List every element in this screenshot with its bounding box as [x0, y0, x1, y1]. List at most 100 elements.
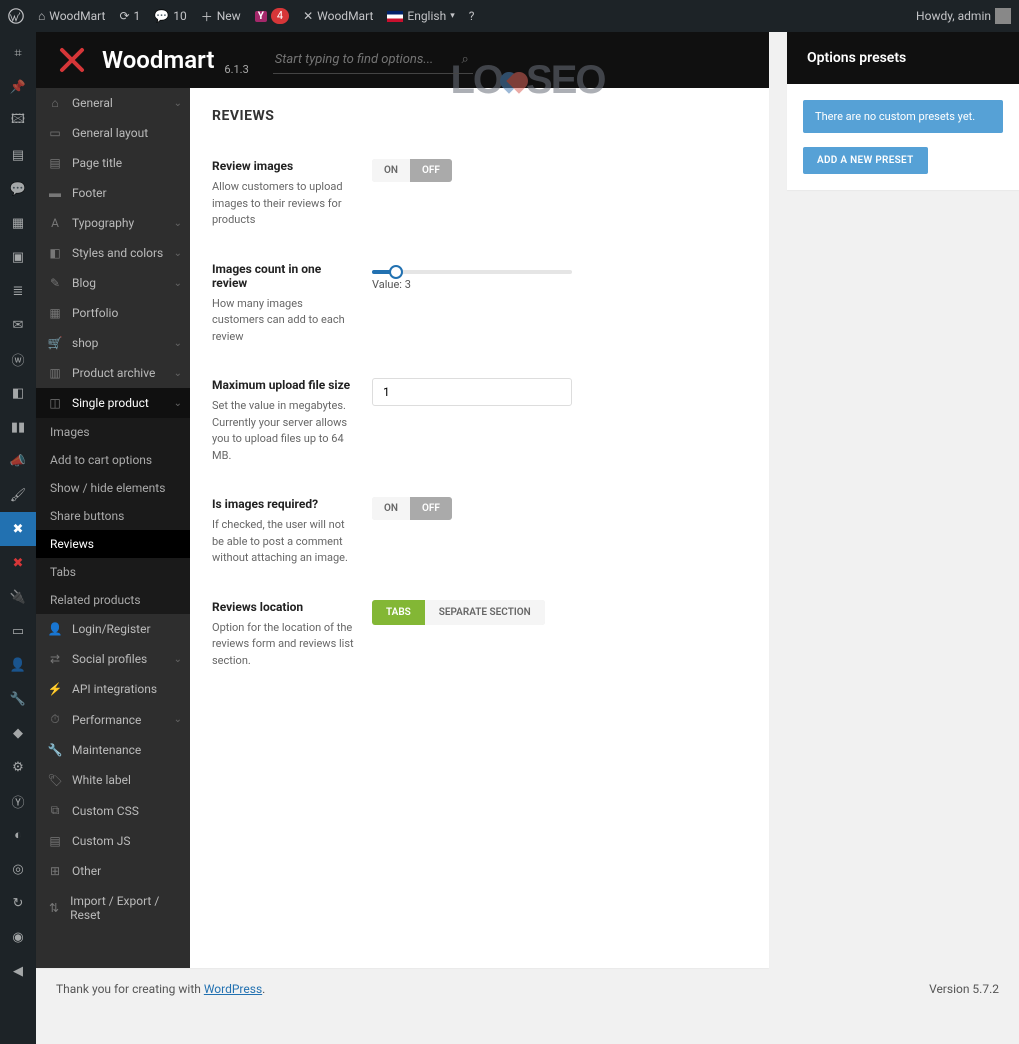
nav-item-typography[interactable]: ATypography⌄ — [36, 208, 190, 238]
admin-menu-comments[interactable]: 💬 — [0, 172, 36, 206]
admin-menu-marketing[interactable]: 📣 — [0, 444, 36, 478]
admin-menu-contact[interactable]: ✉ — [0, 308, 36, 342]
admin-menu-slider[interactable]: ▭ — [0, 614, 36, 648]
nav-item-blog[interactable]: ✎Blog⌄ — [36, 268, 190, 298]
nav-item-social-profiles[interactable]: ⇄Social profiles⌄ — [36, 644, 190, 674]
admin-menu-users[interactable]: 👤 — [0, 648, 36, 682]
admin-menu-extra[interactable]: ◉ — [0, 920, 36, 954]
desc-review-images: Allow customers to upload images to thei… — [212, 179, 356, 229]
wp-logo[interactable] — [8, 8, 24, 24]
add-preset-button[interactable]: ADD A NEW PRESET — [803, 147, 928, 174]
nav-item-shop[interactable]: 🛒shop⌄ — [36, 328, 190, 358]
option-separate[interactable]: SEPARATE SECTION — [425, 600, 545, 625]
toggle-off[interactable]: OFF — [410, 497, 452, 520]
nav-sub-tabs[interactable]: Tabs — [36, 558, 190, 586]
footer-version: Version 5.7.2 — [929, 982, 999, 996]
import-icon: ⇅ — [46, 901, 62, 915]
nav-sub-images[interactable]: Images — [36, 418, 190, 446]
account-link[interactable]: Howdy, admin — [916, 8, 1011, 24]
nav-item-styles-and-colors[interactable]: ◧Styles and colors⌄ — [36, 238, 190, 268]
admin-menu-media[interactable]: 🖾 — [0, 104, 36, 138]
nav-item-custom-js[interactable]: ▤Custom JS — [36, 826, 190, 856]
admin-menu-cache[interactable]: ↻ — [0, 886, 36, 920]
setting-review-images: Review images Allow customers to upload … — [212, 142, 747, 245]
option-tabs[interactable]: TABS — [372, 600, 425, 625]
admin-menu-products[interactable]: ◧ — [0, 376, 36, 410]
admin-menu-smush[interactable]: ◐ — [0, 818, 36, 852]
new-content-link[interactable]: ＋New — [201, 8, 241, 25]
admin-menu-settings[interactable]: ⚙ — [0, 750, 36, 784]
site-name-link[interactable]: ⌂WoodMart — [38, 9, 105, 23]
comments-link[interactable]: 💬10 — [154, 9, 186, 23]
admin-menu-dashboard[interactable]: ⌗ — [0, 36, 36, 70]
nav-item-general-layout[interactable]: ▭General layout — [36, 118, 190, 148]
nav-item-performance[interactable]: ⏱Performance⌄ — [36, 704, 190, 735]
yoast-link[interactable]: Y4 — [255, 8, 289, 24]
product-icon: ◧ — [8, 383, 28, 403]
admin-menu-collapse[interactable]: ◀ — [0, 954, 36, 988]
nav-item-page-title[interactable]: ▤ Page title — [36, 148, 190, 178]
nav-item-footer[interactable]: ▬Footer — [36, 178, 190, 208]
howdy-text: Howdy, admin — [916, 9, 991, 23]
toggle-on[interactable]: ON — [372, 159, 410, 182]
admin-menu-sidebars[interactable]: ≣ — [0, 274, 36, 308]
title-icon: ▤ — [46, 156, 64, 170]
chevron-down-icon: ⌄ — [174, 338, 182, 349]
nav-sub-share-buttons[interactable]: Share buttons — [36, 502, 190, 530]
nav-item-api-integrations[interactable]: ⚡API integrations — [36, 674, 190, 704]
options-sidebar: ⌂General⌄▭General layout ▤ Page title ▬Foot… — [36, 88, 190, 968]
admin-menu-woodmart2[interactable]: ✖ — [0, 546, 36, 580]
admin-menu-portfolio[interactable]: ▦ — [0, 206, 36, 240]
desc-images-required: If checked, the user will not be able to… — [212, 517, 356, 567]
language-link[interactable]: English▾ — [387, 9, 454, 23]
admin-menu-appearance[interactable]: 🖌 — [0, 478, 36, 512]
nav-sub-add-to-cart-options[interactable]: Add to cart options — [36, 446, 190, 474]
updates-link[interactable]: ⟳1 — [119, 9, 140, 23]
admin-menu-wpbakery[interactable]: ◆ — [0, 716, 36, 750]
nav-label: Portfolio — [72, 306, 118, 320]
slider-thumb[interactable] — [389, 265, 403, 279]
admin-menu-analytics[interactable]: ▮▮ — [0, 410, 36, 444]
presets-panel: Options presets There are no custom pres… — [787, 32, 1019, 190]
nav-item-product-archive[interactable]: ▥Product archive⌄ — [36, 358, 190, 388]
theme-link[interactable]: ✕WoodMart — [303, 9, 373, 23]
admin-menu-blocks[interactable]: ▣ — [0, 240, 36, 274]
nav-sub-show-hide-elements[interactable]: Show / hide elements — [36, 474, 190, 502]
nav-item-general[interactable]: ⌂General⌄ — [36, 88, 190, 118]
nav-label: Login/Register — [72, 622, 151, 636]
help-icon[interactable]: ? — [469, 9, 475, 23]
nav-item-white-label[interactable]: 🏷White label — [36, 765, 190, 795]
nav-sub-related-products[interactable]: Related products — [36, 586, 190, 614]
admin-menu-seo[interactable]: Ⓨ — [0, 784, 36, 818]
nav-item-portfolio[interactable]: ▦Portfolio — [36, 298, 190, 328]
search-input[interactable] — [273, 46, 473, 74]
chevron-down-icon: ⌄ — [174, 714, 182, 725]
other-icon: ⊞ — [46, 864, 64, 878]
nav-item-login-register[interactable]: 👤 Login/Register — [36, 614, 190, 644]
settings-title: REVIEWS — [212, 108, 747, 124]
new-label: New — [217, 9, 241, 23]
wp-admin-menu: ⌗ 📌 🖾 ▤ 💬 ▦ ▣ ≣ ✉ ⓦ ◧ ▮▮ 📣 🖌 ✖ ✖ 🔌 ▭ 👤 🔧… — [0, 32, 36, 1044]
nav-item-custom-css[interactable]: ⧉Custom CSS — [36, 795, 190, 826]
user-icon: 👤 — [46, 622, 64, 636]
admin-menu-woocommerce[interactable]: ⓦ — [0, 342, 36, 376]
nav-item-other[interactable]: ⊞Other — [36, 856, 190, 886]
nav-submenu: ImagesAdd to cart optionsShow / hide ele… — [36, 418, 190, 614]
nav-sub-reviews[interactable]: Reviews — [36, 530, 190, 558]
nav-label: Page title — [72, 156, 122, 170]
admin-menu-wpml[interactable]: ◎ — [0, 852, 36, 886]
admin-menu-plugins[interactable]: 🔌 — [0, 580, 36, 614]
toggle-off[interactable]: OFF — [410, 159, 452, 182]
slider-images-count[interactable] — [372, 270, 572, 274]
nav-item-import-export-reset[interactable]: ⇅Import / Export / Reset — [36, 886, 190, 930]
nav-item-maintenance[interactable]: 🔧Maintenance — [36, 735, 190, 765]
label-reviews-location: Reviews location — [212, 600, 356, 614]
input-max-upload[interactable] — [372, 378, 572, 406]
admin-menu-tools[interactable]: 🔧 — [0, 682, 36, 716]
wordpress-link[interactable]: WordPress — [204, 982, 262, 996]
admin-menu-pages[interactable]: ▤ — [0, 138, 36, 172]
admin-menu-posts[interactable]: 📌 — [0, 70, 36, 104]
admin-menu-woodmart[interactable]: ✖ — [0, 512, 36, 546]
toggle-on[interactable]: ON — [372, 497, 410, 520]
nav-item-single-product[interactable]: ◫Single product⌄ — [36, 388, 190, 418]
